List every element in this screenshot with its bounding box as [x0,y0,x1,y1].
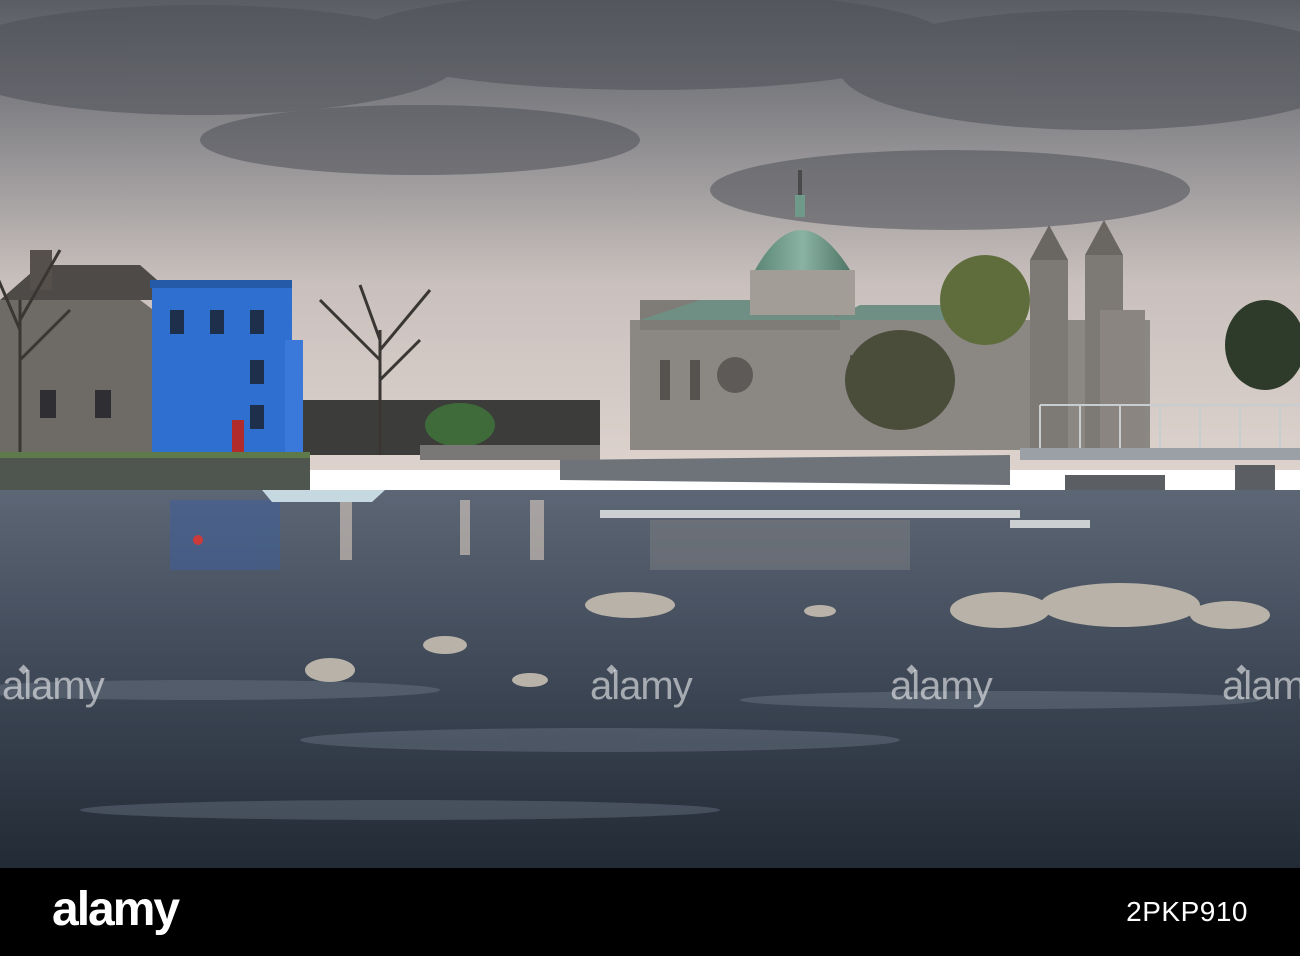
boat [262,490,385,502]
brand-logo: alamy [52,883,180,936]
blue-house [150,280,303,455]
watermark-right: alamy [890,664,993,708]
watermark-center: alamy [590,664,693,708]
pontoon [600,510,1020,518]
photo: alamy alamy alamy alamy [0,0,1300,868]
river-cathedral-scene [0,0,1300,868]
buoy [193,535,203,545]
watermark-edge: alamy [1222,664,1300,708]
far-bridge [420,445,600,460]
image-id: 2PKP910 [1126,896,1248,927]
stone-wall [0,455,310,493]
footer-bar: alamy 2PKP910 [0,868,1300,956]
embankment-wall [560,455,1010,485]
watermark-left: alamy [2,664,105,708]
